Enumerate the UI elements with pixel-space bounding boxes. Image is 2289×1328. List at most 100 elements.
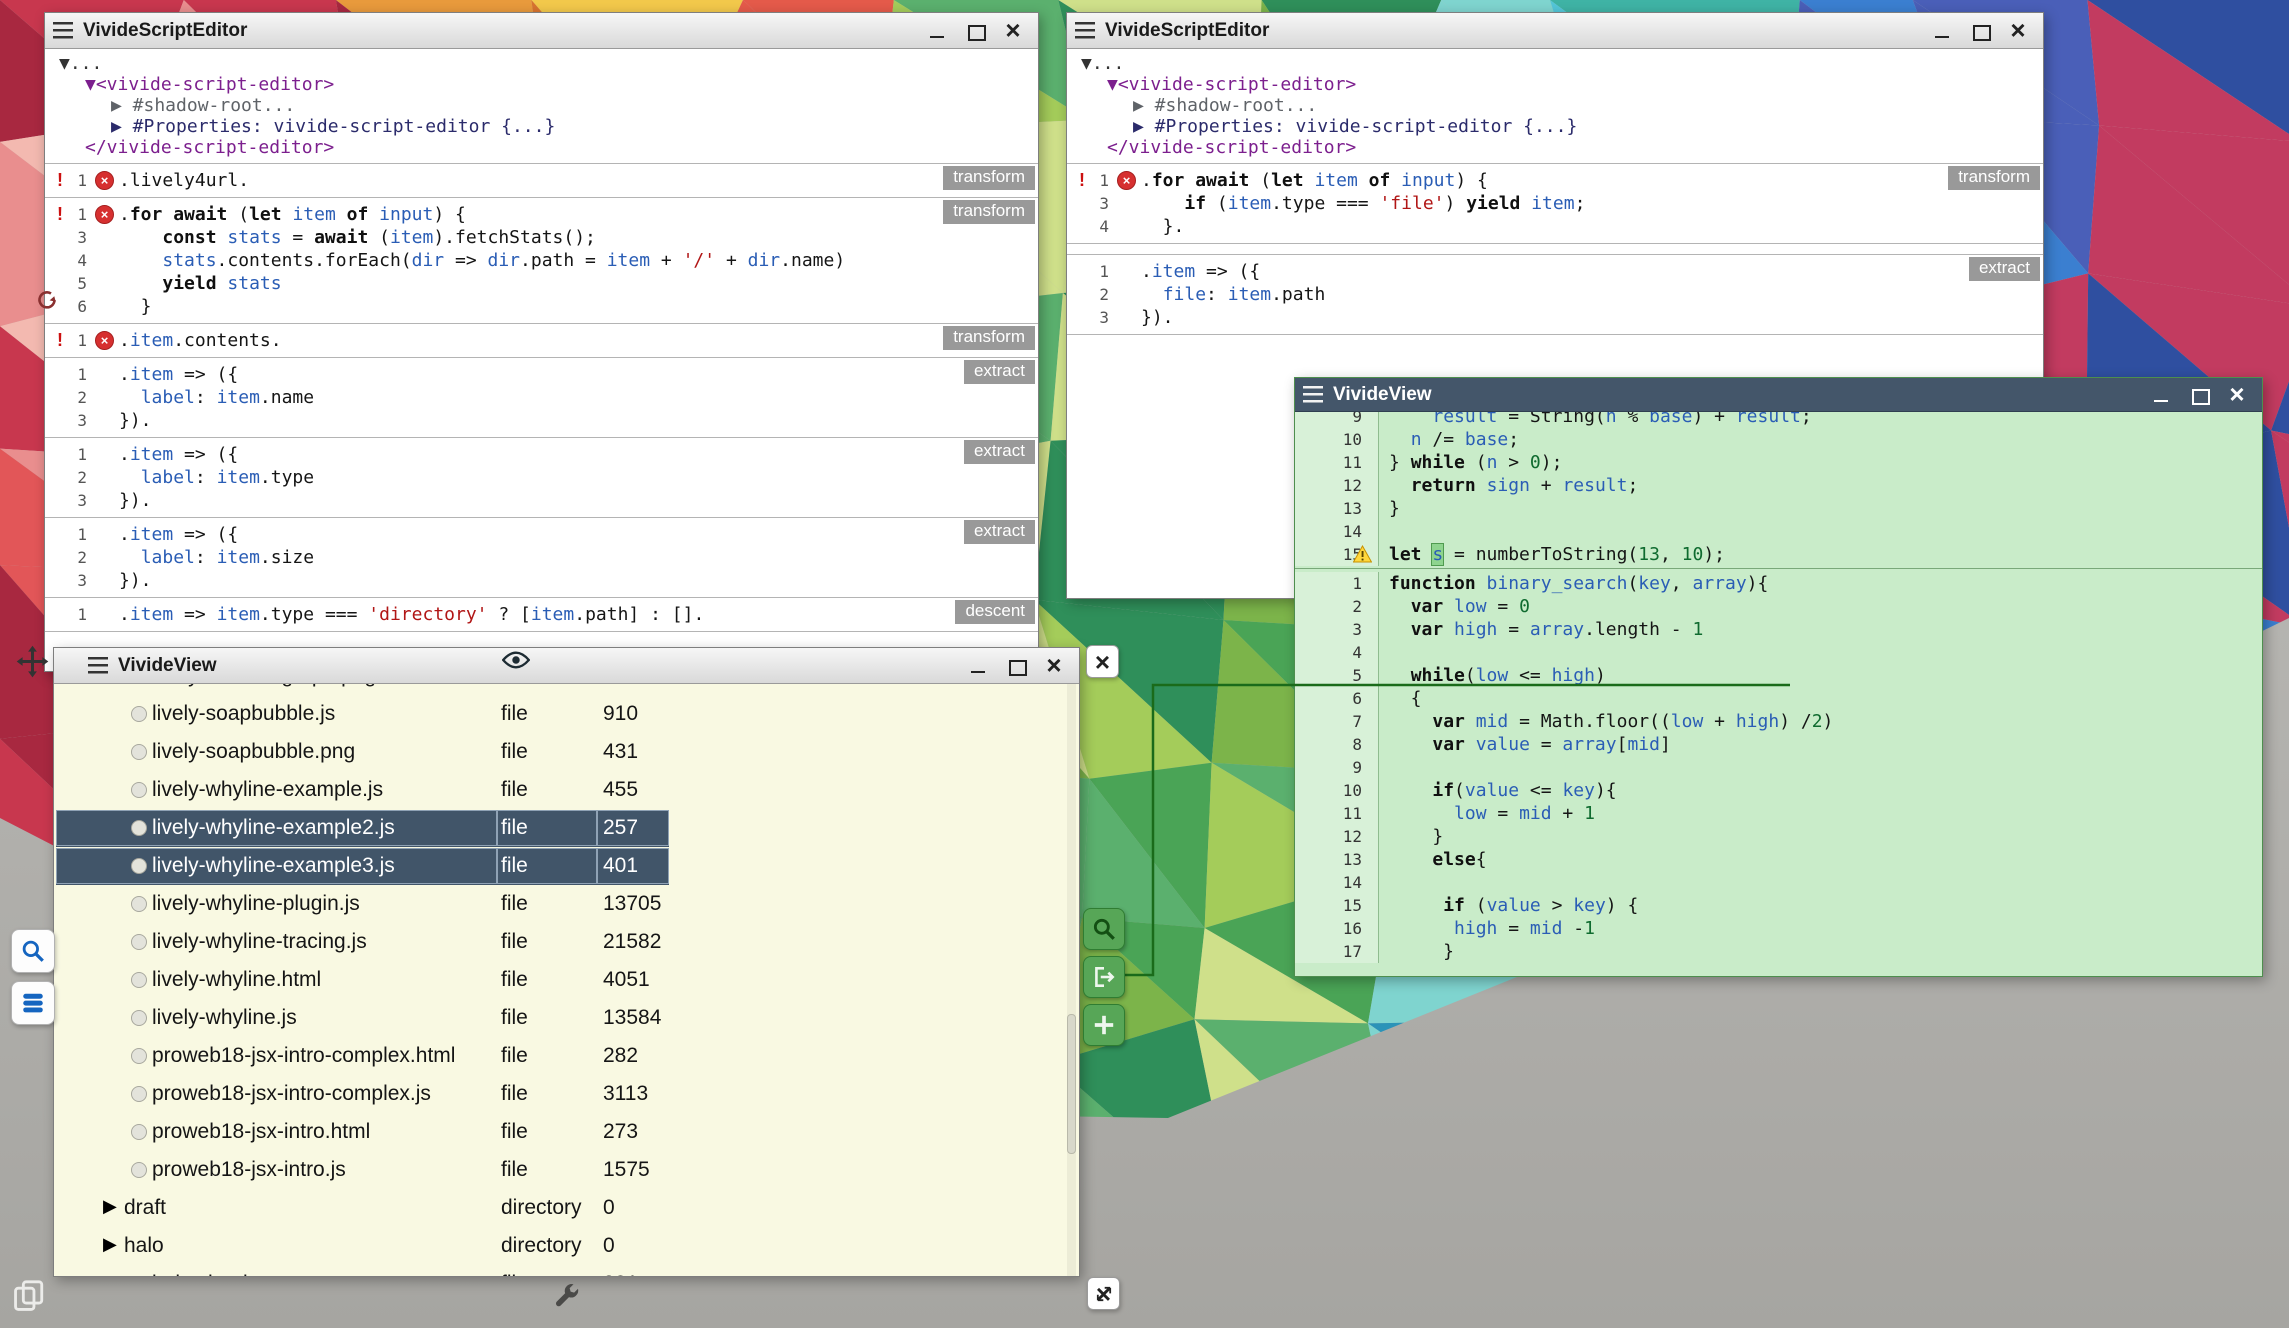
dom-tree-node[interactable]: ▶ #Properties: vivide-script-editor {...…	[1067, 116, 2043, 137]
close-button[interactable]	[1002, 20, 1024, 42]
eye-icon[interactable]	[502, 650, 530, 670]
view-search-button[interactable]	[1083, 908, 1125, 950]
code-line[interactable]: function binary_search(key, array){	[1379, 572, 1768, 595]
code-view-body[interactable]: 9 result = String(n % base) + result;10 …	[1295, 412, 2262, 976]
dom-tree-node[interactable]: ▼...	[1067, 53, 2043, 74]
file-row[interactable]: lively-module-graph.pngfile	[54, 684, 1079, 696]
script-section[interactable]: transform!1×.lively4url.	[45, 163, 1038, 197]
code-line[interactable]: if (value > key) {	[1379, 894, 1638, 917]
dom-tree-node[interactable]: ▶ #shadow-root...	[1067, 95, 2043, 116]
code-line[interactable]: const stats = await (item).fetchStats();	[119, 226, 596, 249]
file-row[interactable]: index.htmlfile231	[54, 1266, 1079, 1276]
maximize-button[interactable]	[1005, 655, 1027, 677]
code-line[interactable]: }).	[119, 489, 152, 512]
titlebar[interactable]: VivideScriptEditor	[1067, 13, 2043, 49]
data-sources-button[interactable]	[11, 981, 55, 1025]
code-line[interactable]: }).	[119, 409, 152, 432]
stage-badge[interactable]: descent	[955, 600, 1035, 624]
code-line[interactable]: }	[1379, 497, 1400, 520]
file-row[interactable]: ▶halodirectory0	[54, 1228, 1079, 1266]
file-row[interactable]: proweb18-jsx-intro-complex.jsfile3113	[54, 1076, 1079, 1114]
code-line[interactable]	[1379, 756, 1389, 779]
minimize-button[interactable]	[2150, 384, 2172, 406]
file-row[interactable]: lively-whyline-tracing.jsfile21582	[54, 924, 1079, 962]
code-line[interactable]: else{	[1379, 848, 1487, 871]
code-line[interactable]: .item => item.type === 'directory' ? [it…	[119, 603, 704, 626]
dom-tree-node[interactable]: ▶ #shadow-root...	[45, 95, 1038, 116]
scrollbar-thumb[interactable]	[1067, 1014, 1076, 1154]
code-line[interactable]: }	[119, 295, 152, 318]
menu-icon[interactable]	[53, 22, 73, 39]
code-line[interactable]: label: item.size	[119, 546, 314, 569]
code-line[interactable]: if (item.type === 'file') yield item;	[1141, 192, 1585, 215]
dom-tree-node[interactable]: ▼<vivide-script-editor>	[45, 74, 1038, 95]
menu-icon[interactable]	[1075, 22, 1095, 39]
code-line[interactable]: } while (n > 0);	[1379, 451, 1562, 474]
code-line[interactable]: result = String(n % base) + result;	[1379, 412, 1812, 428]
code-line[interactable]: }).	[1141, 306, 1174, 329]
file-row[interactable]: lively-soapbubble.jsfile910	[54, 696, 1079, 734]
code-line[interactable]: .item => ({	[1141, 260, 1260, 283]
search-button[interactable]	[11, 929, 55, 973]
maximize-button[interactable]	[2188, 384, 2210, 406]
stage-badge[interactable]: extract	[964, 520, 1035, 544]
dom-tree-node[interactable]: ▼<vivide-script-editor>	[1067, 74, 2043, 95]
dom-tree-node[interactable]: ▼...	[45, 53, 1038, 74]
dom-tree-node[interactable]: ▶ #Properties: vivide-script-editor {...…	[45, 116, 1038, 137]
maximize-button[interactable]	[1969, 20, 1991, 42]
stage-badge[interactable]: transform	[1948, 166, 2040, 190]
file-row[interactable]: proweb18-jsx-intro.htmlfile273	[54, 1114, 1079, 1152]
file-row[interactable]: proweb18-jsx-intro-complex.htmlfile282	[54, 1038, 1079, 1076]
revert-icon[interactable]	[34, 289, 58, 313]
code-line[interactable]: .item => ({	[119, 443, 238, 466]
code-line[interactable]: }).	[119, 569, 152, 592]
file-row[interactable]: lively-whyline.htmlfile4051	[54, 962, 1079, 1000]
dom-tree-node[interactable]: </vivide-script-editor>	[45, 137, 1038, 158]
menu-icon[interactable]	[88, 657, 108, 674]
code-line[interactable]: {	[1379, 687, 1422, 710]
code-line[interactable]: if(value <= key){	[1379, 779, 1617, 802]
code-line[interactable]: .item => ({	[119, 363, 238, 386]
stage-badge[interactable]: extract	[964, 440, 1035, 464]
minimize-button[interactable]	[967, 655, 989, 677]
view-export-button[interactable]	[1083, 956, 1125, 998]
code-line[interactable]: var mid = Math.floor((low + high) /2)	[1379, 710, 1833, 733]
maximize-button[interactable]	[964, 20, 986, 42]
close-button[interactable]	[1043, 655, 1065, 677]
code-line[interactable]: var high = array.length - 1	[1379, 618, 1703, 641]
code-line[interactable]: }.	[1141, 215, 1184, 238]
code-line[interactable]	[1379, 871, 1389, 894]
code-line[interactable]: low = mid + 1	[1379, 802, 1595, 825]
dom-tree-node[interactable]: </vivide-script-editor>	[1067, 137, 2043, 158]
code-line[interactable]: label: item.name	[119, 386, 314, 409]
code-line[interactable]: .item => ({	[119, 523, 238, 546]
code-line[interactable]: }	[1379, 940, 1454, 963]
code-line[interactable]: n /= base;	[1379, 428, 1519, 451]
copy-icon[interactable]	[12, 1279, 46, 1313]
stage-badge[interactable]: transform	[943, 166, 1035, 190]
code-line[interactable]	[1379, 641, 1389, 664]
code-line[interactable]: while(low <= high)	[1379, 664, 1606, 687]
code-line[interactable]: var value = array[mid]	[1379, 733, 1671, 756]
code-line[interactable]	[1379, 520, 1389, 543]
code-line[interactable]: var low = 0	[1379, 595, 1530, 618]
code-line[interactable]: label: item.type	[119, 466, 314, 489]
code-line[interactable]: yield stats	[119, 272, 282, 295]
move-handle-icon[interactable]	[16, 645, 49, 678]
code-line[interactable]: .for await (let item of input) {	[119, 203, 466, 226]
file-row[interactable]: lively-whyline-plugin.jsfile13705	[54, 886, 1079, 924]
scrollbar-track[interactable]	[1067, 684, 1076, 1276]
expand-arrow-icon[interactable]: ▶	[103, 1234, 117, 1255]
script-section[interactable]: transform!1×.for await (let item of inpu…	[1067, 163, 2043, 244]
code-block[interactable]: 1function binary_search(key, array){2 va…	[1295, 572, 2262, 963]
minimize-button[interactable]	[1931, 20, 1953, 42]
script-section[interactable]: transform!1×.for await (let item of inpu…	[45, 197, 1038, 323]
code-line[interactable]: file: item.path	[1141, 283, 1325, 306]
script-section[interactable]: extract1.item => ({2 label: item.name3})…	[45, 357, 1038, 437]
titlebar[interactable]: VivideView	[1295, 378, 2262, 412]
stage-badge[interactable]: transform	[943, 326, 1035, 350]
script-section[interactable]: transform!1×.item.contents.	[45, 323, 1038, 357]
code-line[interactable]: high = mid -1	[1379, 917, 1595, 940]
stage-badge[interactable]: transform	[943, 200, 1035, 224]
code-line[interactable]: stats.contents.forEach(dir => dir.path =…	[119, 249, 845, 272]
